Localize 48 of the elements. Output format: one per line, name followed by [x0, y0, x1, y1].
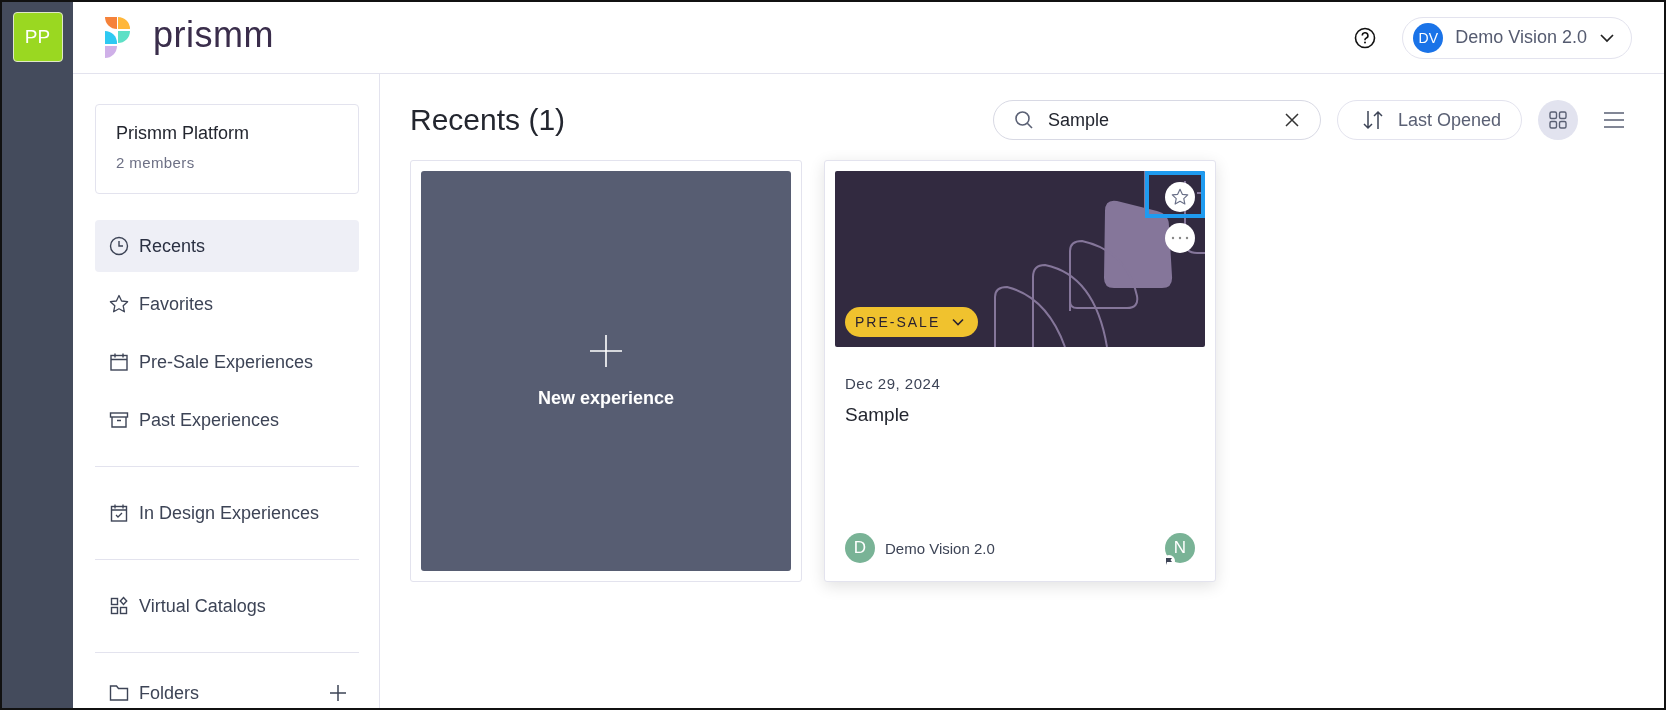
- page-title: Recents (1): [410, 103, 566, 137]
- member-count: 2 members: [116, 154, 196, 171]
- owner-avatar: D: [845, 533, 875, 563]
- clear-icon[interactable]: [1283, 112, 1300, 128]
- folders-label[interactable]: Folders: [139, 682, 319, 704]
- sidebar-item[interactable]: In Design Experiences: [95, 487, 359, 539]
- owner-name: Demo Vision 2.0: [885, 539, 996, 557]
- grid-icon: [1548, 110, 1568, 130]
- archive-box-icon: [109, 410, 129, 430]
- star-icon: [1171, 188, 1189, 206]
- chevron-down-icon: [952, 318, 965, 326]
- clock-icon: [109, 236, 129, 256]
- add-folder-icon[interactable]: [329, 684, 347, 702]
- folder-icon: [109, 684, 129, 702]
- sidebar-item[interactable]: Virtual Catalogs: [95, 580, 359, 632]
- logo-icon: [105, 16, 131, 59]
- flag-icon: [1163, 555, 1175, 567]
- search-icon: [1013, 110, 1034, 130]
- grid-view-button[interactable]: [1538, 100, 1578, 140]
- status-tag[interactable]: PRE-SALE: [845, 307, 979, 337]
- workspace-name: Prismm Platform: [116, 123, 250, 144]
- user-avatar: DV: [1413, 22, 1444, 53]
- sidebar-item[interactable]: Recents: [95, 220, 359, 272]
- sidebar-item[interactable]: Past Experiences: [95, 394, 359, 446]
- sidebar-item[interactable]: Favorites: [95, 278, 359, 330]
- calendar-check-icon: [109, 503, 129, 523]
- ellipsis-icon: [1171, 236, 1189, 240]
- shapes-grid-icon: [109, 596, 129, 616]
- collaborator-avatar: N: [1165, 533, 1195, 563]
- highlight-frame: [1145, 171, 1205, 218]
- sort-button[interactable]: Last Opened: [1336, 100, 1522, 140]
- card-title: Sample: [845, 404, 911, 426]
- sort-arrows-icon: [1361, 109, 1384, 131]
- help-icon[interactable]: [1354, 26, 1377, 49]
- calendar-icon: [109, 352, 129, 372]
- account-menu[interactable]: DV Demo Vision 2.0: [1402, 16, 1632, 59]
- menu-icon: [1603, 111, 1625, 129]
- experience-card[interactable]: PRE-SALE Dec 29, 2024 Sample D Demo Vision 2.0 N: [824, 160, 1216, 582]
- search-query: Sample: [1047, 109, 1110, 131]
- star-icon: [109, 294, 129, 314]
- new-experience-label: New experience: [537, 387, 675, 409]
- chevron-down-icon: [1599, 32, 1615, 43]
- new-experience-card[interactable]: New experience: [410, 160, 802, 582]
- sidebar-item[interactable]: Pre-Sale Experiences: [95, 336, 359, 388]
- logo-wordmark: prismm: [153, 16, 274, 57]
- workspace-card[interactable]: Prismm Platform 2 members: [95, 104, 359, 194]
- plus-icon: [589, 333, 623, 368]
- card-date: Dec 29, 2024: [845, 375, 942, 392]
